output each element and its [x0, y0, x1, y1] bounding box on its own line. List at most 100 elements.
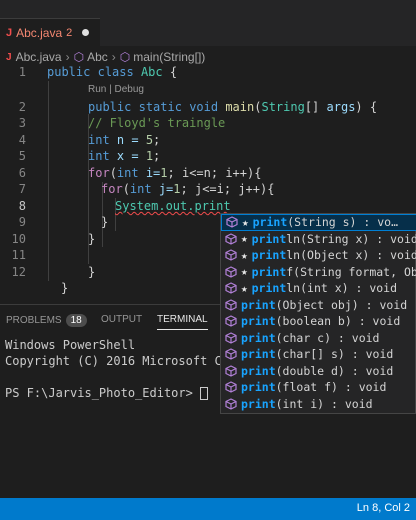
line-number: 7 — [18, 182, 26, 196]
tab-problem-count: 2 — [66, 26, 73, 39]
suggestion-match: print — [241, 297, 276, 312]
code-line-10: } — [88, 232, 96, 246]
method-icon — [225, 282, 237, 294]
method-icon: ⬡ — [119, 50, 131, 64]
code-line-3: // Floyd's traingle — [88, 116, 226, 130]
suggestion-item[interactable]: print (float f) : void — [221, 379, 416, 396]
suggestion-item[interactable]: print (char[] s) : void — [221, 346, 416, 363]
suggestion-match: print — [251, 264, 287, 279]
problems-badge: 18 — [65, 314, 87, 327]
line-number: 4 — [18, 133, 26, 147]
suggestion-item[interactable]: print (boolean b) : void — [221, 313, 416, 330]
method-icon — [226, 216, 238, 228]
code-line-6: for(int i=1; i<=n; i++){ — [88, 166, 262, 180]
code-line-9: } — [101, 215, 109, 229]
suggestion-match: print — [241, 347, 276, 362]
tab-terminal[interactable]: TERMINAL — [157, 314, 208, 330]
suggestion-signature: (Object obj) : void — [275, 297, 408, 312]
suggestion-signature: (float f) : void — [275, 380, 387, 395]
line-number: 9 — [18, 215, 26, 229]
suggestion-signature: (char[] s) : void — [275, 347, 394, 362]
terminal-line: Windows PowerShell — [5, 338, 136, 352]
breadcrumb-file[interactable]: Abc.java — [16, 50, 62, 64]
breadcrumb-method[interactable]: main(String[]) — [133, 50, 205, 64]
suggestion-match: print — [241, 363, 276, 378]
suggestion-item[interactable]: print (Object obj) : void — [221, 297, 416, 314]
cursor-position[interactable]: Ln 8, Col 2 — [357, 502, 410, 514]
suggestion-signature: (double d) : void — [275, 363, 394, 378]
suggestion-signature: f(String format, Ob — [286, 264, 416, 279]
suggestion-match: print — [241, 314, 276, 329]
code-text-system-out-print: System.out.print — [115, 199, 231, 213]
code-line-8: System.out.print — [115, 199, 231, 213]
suggestion-match: print — [251, 281, 287, 296]
codelens-run-debug[interactable]: Run | Debug — [88, 84, 144, 95]
line-number: 5 — [18, 149, 26, 163]
terminal-line: Copyright (C) 2016 Microsoft Corpo — [5, 354, 251, 368]
breadcrumb-class[interactable]: Abc — [87, 50, 108, 64]
method-icon — [225, 315, 237, 327]
code-line-1: public class Abc { — [47, 65, 178, 79]
chevron-right-icon: › — [111, 50, 116, 64]
status-bar: Ln 8, Col 2 — [0, 498, 416, 520]
line-number: 2 — [18, 100, 26, 114]
java-file-icon: J — [6, 26, 13, 39]
line-number: 10 — [11, 232, 26, 246]
method-icon — [225, 332, 237, 344]
code-line-5: int x = 1; — [88, 149, 161, 163]
suggestion-item[interactable]: print (char c) : void — [221, 330, 416, 347]
code-line-4: int n = 5; — [88, 133, 161, 147]
suggestion-signature: (String s) : vo… — [287, 215, 399, 230]
method-icon — [225, 348, 237, 360]
code-line-12: } — [61, 281, 69, 295]
suggestion-signature: ln(int x) : void — [286, 281, 398, 296]
tab-problems[interactable]: PROBLEMS 18 — [6, 314, 87, 327]
terminal-cursor — [200, 387, 209, 400]
suggestion-item[interactable]: print (double d) : void — [221, 363, 416, 380]
terminal-output[interactable]: Windows PowerShell Copyright (C) 2016 Mic… — [5, 337, 251, 401]
class-icon: ⬡ — [73, 50, 85, 64]
line-number: 12 — [11, 265, 26, 279]
suggestion-match: print — [241, 330, 276, 345]
star-icon: ★ — [241, 232, 248, 246]
suggestion-match: print — [251, 231, 287, 246]
star-icon: ★ — [241, 248, 248, 262]
terminal-prompt-line: PS F:\Jarvis_Photo_Editor> — [5, 385, 251, 401]
tab-output[interactable]: OUTPUT — [101, 314, 142, 325]
suggestion-signature: (char c) : void — [275, 330, 380, 345]
method-icon — [225, 299, 237, 311]
method-icon — [225, 365, 237, 377]
suggestion-item[interactable]: ★ print f(String format, Ob — [221, 264, 416, 281]
suggestion-match: print — [241, 396, 276, 411]
code-line-7: for(int j=1; j<=i; j++){ — [101, 182, 275, 196]
method-icon — [225, 249, 237, 261]
suggestion-item[interactable]: print (int i) : void — [221, 396, 416, 413]
code-line-2: public static void main(String[] args) { — [88, 100, 378, 114]
editor-tab-abc-java[interactable]: J Abc.java 2 — [0, 18, 100, 46]
suggestion-match: print — [241, 380, 276, 395]
method-icon — [225, 266, 237, 278]
chevron-right-icon: › — [65, 50, 70, 64]
line-number: 1 — [18, 65, 26, 79]
tab-filename: Abc.java — [16, 25, 63, 40]
autocomplete-suggestions[interactable]: ★ print (String s) : vo… ★ print ln(String x)… — [220, 213, 416, 414]
suggestion-item[interactable]: ★ print ln(String x) : void — [221, 231, 416, 248]
indent-guide — [48, 81, 49, 281]
suggestion-signature: (int i) : void — [275, 396, 373, 411]
tab-bar: J Abc.java 2 — [0, 0, 416, 46]
unsaved-dot-icon[interactable] — [82, 29, 90, 36]
method-icon — [225, 233, 237, 245]
java-file-icon: J — [6, 51, 12, 63]
line-number: 3 — [18, 116, 26, 130]
method-icon — [225, 398, 237, 410]
suggestion-item[interactable]: ★ print ln(Object x) : void — [221, 247, 416, 264]
suggestion-item[interactable]: ★ print (String s) : vo… — [221, 214, 416, 231]
line-number: 11 — [11, 248, 26, 262]
code-line-11: } — [88, 265, 96, 279]
suggestion-signature: ln(Object x) : void — [286, 248, 416, 263]
star-icon: ★ — [242, 215, 249, 229]
suggestion-signature: ln(String x) : void — [286, 231, 416, 246]
suggestion-signature: (boolean b) : void — [275, 314, 401, 329]
suggestion-item[interactable]: ★ print ln(int x) : void — [221, 280, 416, 297]
method-icon — [225, 381, 237, 393]
